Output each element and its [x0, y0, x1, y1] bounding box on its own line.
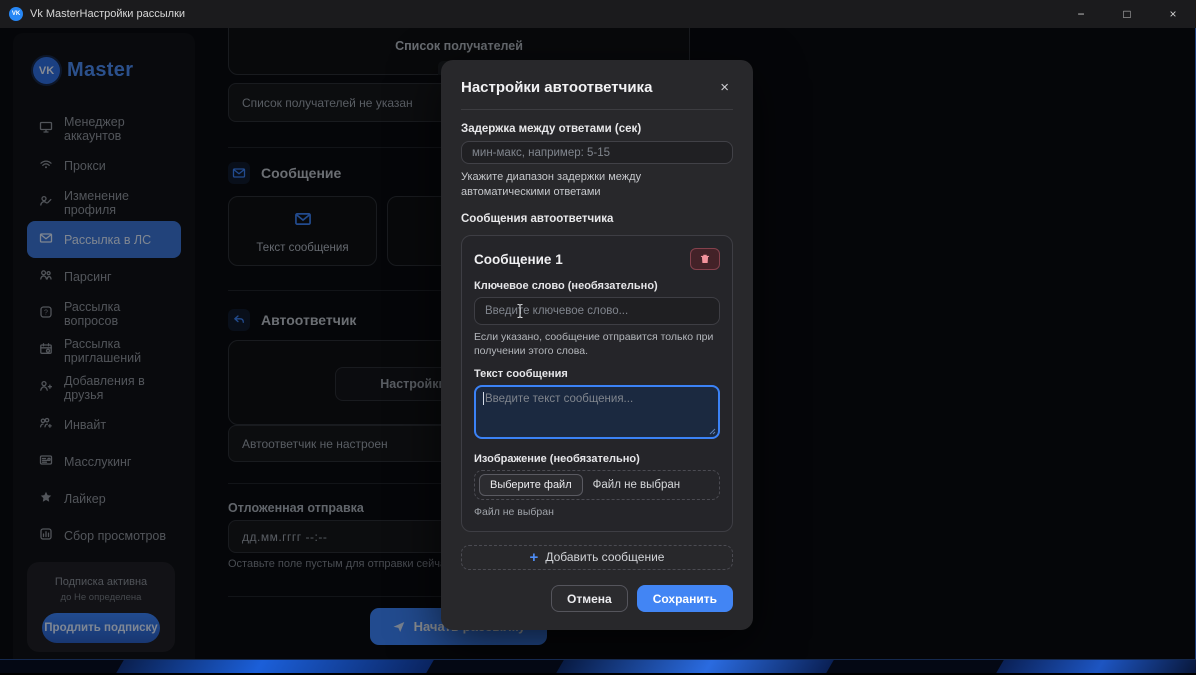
divider — [461, 109, 733, 110]
screen: { "window": { "title": "Vk MasterНастрой… — [0, 0, 1196, 675]
delay-label: Задержка между ответами (сек) — [461, 123, 733, 135]
image-label: Изображение (необязательно) — [474, 453, 720, 465]
window-title: Vk MasterНастройки рассылки — [30, 8, 185, 20]
keyword-input[interactable] — [474, 297, 720, 325]
file-upload-field[interactable]: Выберите файл Файл не выбран — [474, 470, 720, 500]
modal-close-icon[interactable]: × — [716, 78, 733, 97]
messages-label: Сообщения автоответчика — [461, 213, 733, 225]
app-body: VK Master Менеджер аккаунтов Прокси Изме… — [0, 28, 1196, 660]
close-button[interactable]: × — [1150, 0, 1196, 28]
modal-title: Настройки автоответчика — [461, 79, 652, 96]
keyword-help: Если указано, сообщение отправится тольк… — [474, 330, 724, 358]
file-chosen-status: Файл не выбран — [593, 479, 681, 491]
autoresponder-settings-modal: Настройки автоответчика × Задержка между… — [441, 60, 753, 630]
minimize-button[interactable]: − — [1058, 0, 1104, 28]
keyword-label: Ключевое слово (необязательно) — [474, 280, 720, 292]
trash-icon — [699, 253, 711, 265]
titlebar: VK Vk MasterНастройки рассылки − □ × — [0, 0, 1196, 28]
text-caret — [483, 392, 484, 405]
plus-icon: + — [530, 549, 539, 566]
choose-file-button[interactable]: Выберите файл — [479, 474, 583, 496]
delete-message-button[interactable] — [690, 248, 720, 270]
message-1-title: Сообщение 1 — [474, 252, 563, 267]
delay-help: Укажите диапазон задержки между автомати… — [461, 170, 733, 200]
save-button[interactable]: Сохранить — [637, 585, 733, 612]
message-1-card: Сообщение 1 Ключевое слово (необязательн… — [461, 235, 733, 532]
desktop-wallpaper-strip — [0, 660, 1196, 673]
file-help: Файл не выбран — [474, 505, 720, 519]
app-logo-icon: VK — [9, 7, 23, 21]
add-message-button[interactable]: + Добавить сообщение — [461, 545, 733, 570]
add-message-label: Добавить сообщение — [545, 550, 664, 564]
cancel-button[interactable]: Отмена — [551, 585, 628, 612]
message-text-label: Текст сообщения — [474, 368, 720, 380]
resize-grip-icon[interactable] — [709, 422, 716, 440]
delay-input[interactable] — [461, 141, 733, 165]
text-cursor-icon — [516, 303, 524, 324]
maximize-button[interactable]: □ — [1104, 0, 1150, 28]
message-text-textarea[interactable] — [474, 385, 720, 439]
